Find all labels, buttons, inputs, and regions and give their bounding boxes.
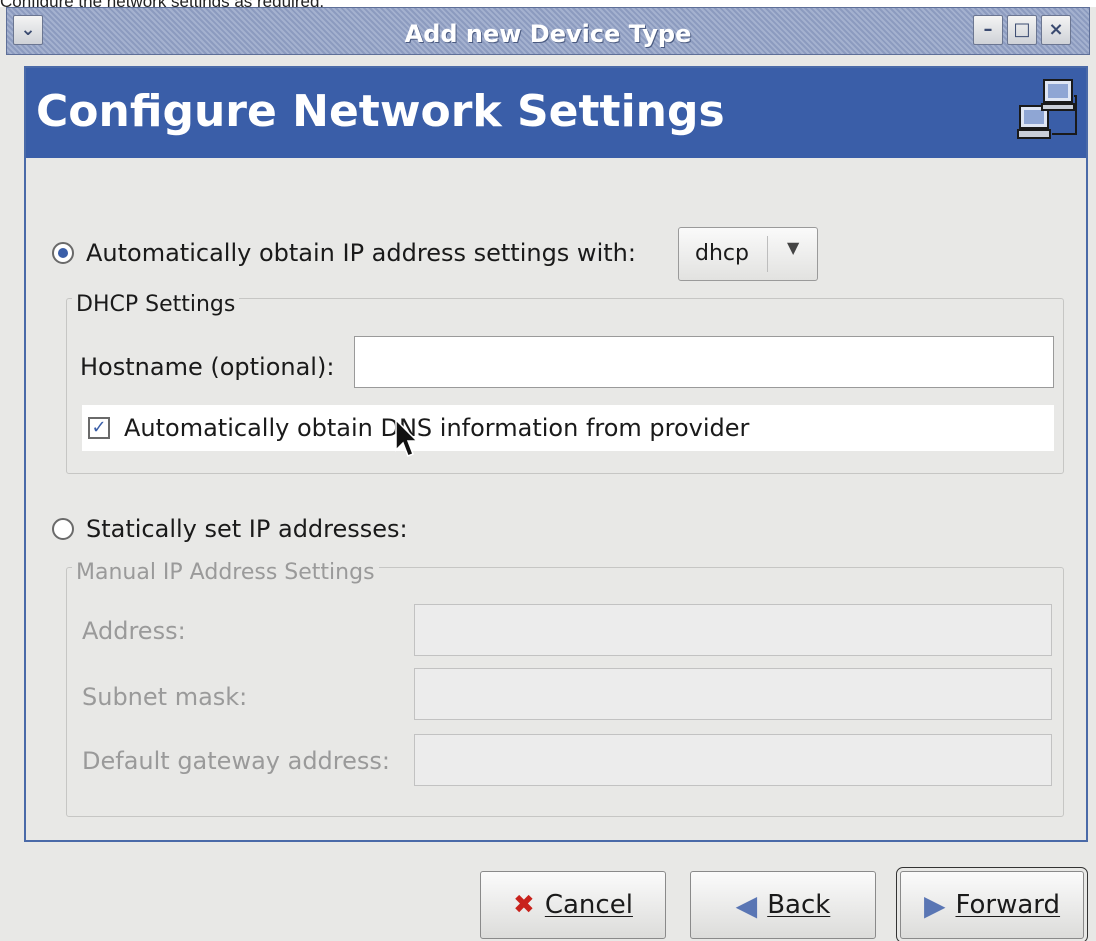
forward-label: Forward	[955, 890, 1061, 920]
hostname-row: Hostname (optional):	[80, 345, 334, 389]
auto-ip-radio[interactable]	[52, 242, 74, 264]
dns-checkbox[interactable]: ✓	[88, 417, 110, 439]
network-computers-icon	[1017, 79, 1077, 139]
dns-option[interactable]: ✓ Automatically obtain DNS information f…	[82, 405, 1054, 451]
arrow-right-icon: ▶	[923, 888, 946, 922]
back-button[interactable]: ◀ Back	[690, 871, 876, 939]
forward-button[interactable]: ▶ Forward	[896, 867, 1088, 941]
page-title: Configure Network Settings	[36, 86, 725, 137]
arrow-left-icon: ◀	[735, 888, 758, 922]
dhcp-group-title: DHCP Settings	[72, 292, 240, 317]
auto-ip-label: Automatically obtain IP address settings…	[86, 239, 636, 267]
window-title: Add new Device Type	[404, 20, 692, 48]
subnet-input[interactable]	[414, 668, 1052, 720]
cancel-button[interactable]: ✖ Cancel	[480, 871, 666, 939]
gateway-label: Default gateway address:	[82, 747, 390, 775]
gateway-input[interactable]	[414, 734, 1052, 786]
protocol-value: dhcp	[695, 241, 749, 266]
maximize-button[interactable]: □	[1007, 15, 1037, 45]
minimize-button[interactable]: –	[973, 15, 1003, 45]
mouse-cursor-icon	[395, 418, 419, 457]
manual-group-title: Manual IP Address Settings	[72, 560, 379, 585]
static-ip-radio[interactable]	[52, 518, 74, 540]
dialog-window: ⌄ Add new Device Type – □ × Configure Ne…	[0, 7, 1096, 941]
back-label: Back	[767, 890, 831, 920]
subnet-label: Subnet mask:	[82, 683, 248, 711]
minimize-icon: –	[983, 19, 993, 40]
close-button[interactable]: ×	[1041, 15, 1071, 45]
hostname-label: Hostname (optional):	[80, 353, 335, 381]
auto-ip-option[interactable]: Automatically obtain IP address settings…	[52, 233, 636, 273]
static-ip-label: Statically set IP addresses:	[86, 515, 408, 543]
address-input[interactable]	[414, 604, 1052, 656]
header-banner: Configure Network Settings	[26, 68, 1086, 158]
chevron-down-icon: ▼	[787, 238, 800, 257]
hostname-input[interactable]	[354, 336, 1054, 388]
address-label: Address:	[82, 617, 186, 645]
close-icon: ×	[1048, 19, 1064, 40]
cancel-label: Cancel	[544, 890, 633, 920]
protocol-select[interactable]: dhcp ▼	[678, 227, 818, 281]
static-ip-option[interactable]: Statically set IP addresses:	[52, 509, 408, 549]
dns-label: Automatically obtain DNS information fro…	[124, 414, 750, 442]
maximize-icon: □	[1013, 19, 1031, 40]
title-bar[interactable]: ⌄ Add new Device Type – □ ×	[6, 7, 1090, 55]
cancel-icon: ✖	[513, 890, 535, 920]
combo-separator	[767, 236, 768, 272]
